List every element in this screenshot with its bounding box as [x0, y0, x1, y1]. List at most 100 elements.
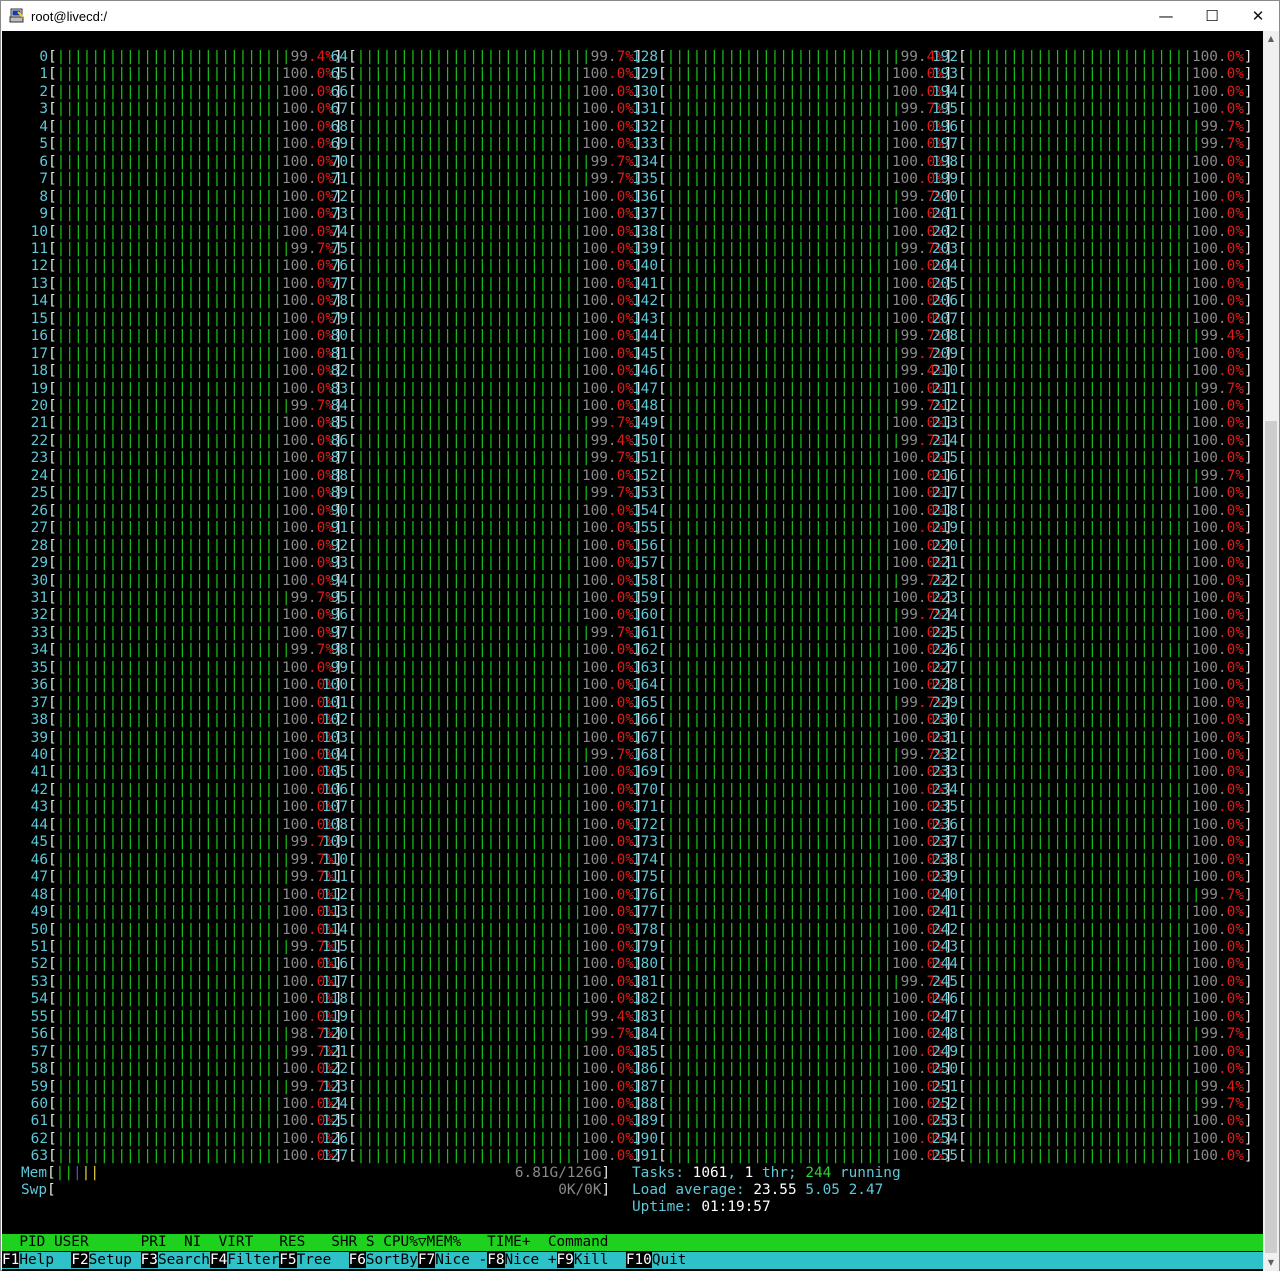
cpu-meter-34: 34[|||||||||||||||||||||||||||99.7%] — [22, 642, 343, 659]
fkey-f9[interactable]: F9 — [556, 1252, 574, 1268]
cpu-meter-135: 135[||||||||||||||||||||||||||100.0%] — [632, 171, 953, 188]
cpu-percent: 100.0% — [1191, 83, 1244, 100]
cpu-id: 14 — [22, 293, 48, 310]
cpu-meter-205: 205[||||||||||||||||||||||||||100.0%] — [932, 276, 1253, 293]
cpu-meter-13: 13[||||||||||||||||||||||||||100.0%] — [22, 276, 343, 293]
cpu-usage-bar: |||||||||||||||||||||||||| — [356, 834, 582, 851]
close-button[interactable]: ✕ — [1235, 1, 1280, 31]
bracket-close: ] — [1243, 363, 1253, 380]
cpu-id: 101 — [322, 694, 348, 711]
fkey-f2[interactable]: F2 — [71, 1252, 89, 1268]
fkey-f8[interactable]: F8 — [487, 1252, 505, 1268]
cpu-id: 56 — [22, 1026, 48, 1043]
cpu-usage-bar: |||||||||||||||||||||||||| — [56, 363, 282, 380]
fkey-label[interactable]: Nice - — [435, 1252, 487, 1268]
cpu-id: 145 — [632, 345, 658, 362]
cpu-id: 63 — [22, 1148, 48, 1165]
cpu-id: 248 — [932, 1026, 958, 1043]
cpu-id: 183 — [632, 1008, 658, 1025]
fkey-label[interactable]: Filter — [227, 1252, 279, 1268]
bracket-open: [ — [658, 432, 667, 449]
scroll-down-icon[interactable]: ▼ — [1263, 1255, 1279, 1271]
fkey-label[interactable]: Setup — [89, 1252, 141, 1268]
cpu-usage-bar: |||||||||||||||||||||||||| — [966, 1130, 1192, 1147]
cpu-usage-bar: |||||||||||||||||||||||||| — [966, 904, 1192, 921]
cpu-usage-bar: |||||||||||||||||||||||||| — [966, 677, 1192, 694]
cpu-percent: 100.0% — [1191, 1008, 1244, 1025]
function-key-bar: F1Help F2Setup F3SearchF4FilterF5Tree F6… — [2, 1252, 1263, 1269]
cpu-id: 148 — [632, 398, 658, 414]
cpu-usage-bar: |||||||||||||||||||||||||| — [356, 1130, 582, 1147]
terminal-screen[interactable]: 0[|||||||||||||||||||||||||||99.4%] 1[||… — [2, 31, 1263, 1271]
cpu-id: 81 — [322, 345, 348, 362]
cpu-usage-bar: |||||||||||||||||||||||||| — [666, 485, 892, 502]
cpu-percent: 100.0% — [581, 904, 634, 921]
cpu-usage-bar: |||||||||||||||||||||||||| — [356, 555, 582, 572]
minimize-button[interactable]: — — [1143, 1, 1189, 31]
title-bar[interactable]: root@livecd:/ — ☐ ✕ — [1, 1, 1279, 31]
cpu-meter-154: 154[||||||||||||||||||||||||||100.0%] — [632, 503, 953, 520]
fkey-f10[interactable]: F10 — [625, 1252, 652, 1268]
cpu-id: 93 — [322, 555, 348, 572]
cpu-meter-69: 69[||||||||||||||||||||||||||100.0%] — [322, 136, 643, 153]
cpu-meter-138: 138[||||||||||||||||||||||||||100.0%] — [632, 224, 953, 241]
cpu-meter-130: 130[||||||||||||||||||||||||||100.0%] — [632, 84, 953, 101]
cpu-percent: 100.0% — [1191, 834, 1244, 851]
bracket-close: ] — [1243, 1130, 1253, 1147]
fkey-f1[interactable]: F1 — [2, 1252, 20, 1268]
cpu-id: 251 — [932, 1078, 958, 1095]
cpu-meter-61: 61[||||||||||||||||||||||||||100.0%] — [22, 1113, 343, 1130]
bracket-open: [ — [48, 153, 57, 170]
fkey-f4[interactable]: F4 — [209, 1252, 228, 1268]
fkey-f6[interactable]: F6 — [348, 1252, 366, 1268]
cpu-percent: 100.0% — [1191, 991, 1244, 1008]
fkey-label[interactable]: Help — [19, 1252, 71, 1268]
maximize-button[interactable]: ☐ — [1189, 1, 1235, 31]
cpu-meter-188: 188[||||||||||||||||||||||||||100.0%] — [632, 1096, 953, 1113]
cpu-percent: 100.0% — [581, 991, 634, 1008]
bracket-open: [ — [48, 485, 57, 502]
cpu-id: 140 — [632, 258, 658, 275]
cpu-usage-bar: |||||||||||||||||||||||||| — [356, 136, 582, 153]
bracket-close: ] — [1243, 1148, 1253, 1165]
cpu-id: 158 — [632, 572, 658, 589]
cpu-usage-bar: |||||||||||||||||||||||||| — [966, 694, 1192, 711]
fkey-f7[interactable]: F7 — [417, 1252, 436, 1268]
cpu-usage-bar: |||||||||||||||||||||||||| — [966, 781, 1192, 798]
bracket-open: [ — [958, 1078, 967, 1095]
cpu-id: 250 — [932, 1061, 958, 1078]
cpu-id: 167 — [632, 729, 658, 746]
fkey-f3[interactable]: F3 — [140, 1252, 158, 1268]
cpu-id: 208 — [932, 328, 958, 345]
cpu-usage-bar: |||||||||||||||||||||||||| — [56, 1008, 282, 1025]
fkey-label[interactable]: SortBy — [366, 1252, 418, 1268]
bracket-close: ] — [1243, 450, 1253, 467]
fkey-label[interactable]: Quit — [652, 1252, 687, 1268]
fkey-label[interactable]: Tree — [297, 1252, 349, 1268]
cpu-usage-bar: |||||||||||||||||||||||||| — [966, 450, 1192, 467]
bracket-close: ] — [1243, 520, 1253, 537]
scroll-thumb[interactable] — [1265, 421, 1277, 1253]
cpu-usage-bar: |||||||||||||||||||||||||| — [666, 258, 892, 275]
process-table-header[interactable]: PID USER PRI NI VIRT RES SHR S CPU%▽MEM%… — [2, 1234, 1263, 1251]
cpu-percent: 100.0% — [581, 572, 634, 589]
scroll-up-icon[interactable]: ▲ — [1263, 31, 1279, 47]
bracket-close: ] — [1243, 938, 1253, 955]
fkey-label[interactable]: Kill — [574, 1252, 626, 1268]
cpu-usage-bar: |||||||||||||||||||||||||| — [356, 1096, 582, 1112]
cpu-meter-132: 132[||||||||||||||||||||||||||100.0%] — [632, 119, 953, 136]
bracket-open: [ — [348, 1130, 357, 1147]
cpu-meter-173: 173[||||||||||||||||||||||||||100.0%] — [632, 834, 953, 851]
bracket-open: [ — [48, 712, 57, 729]
cpu-usage-bar: ||||||||||||||||||||||||||| — [666, 240, 901, 257]
cpu-percent: 100.0% — [581, 694, 634, 711]
fkey-label[interactable]: Nice + — [505, 1252, 557, 1268]
vertical-scrollbar[interactable]: ▲ ▼ — [1263, 31, 1279, 1271]
fkey-label[interactable]: Search — [158, 1252, 210, 1268]
cpu-percent: 100.0% — [1191, 677, 1244, 694]
fkey-f5[interactable]: F5 — [279, 1252, 297, 1268]
cpu-percent: 100.0% — [1191, 363, 1244, 380]
bracket-open: [ — [658, 1026, 667, 1043]
cpu-id: 77 — [322, 275, 348, 292]
bracket-open: [ — [48, 432, 57, 449]
